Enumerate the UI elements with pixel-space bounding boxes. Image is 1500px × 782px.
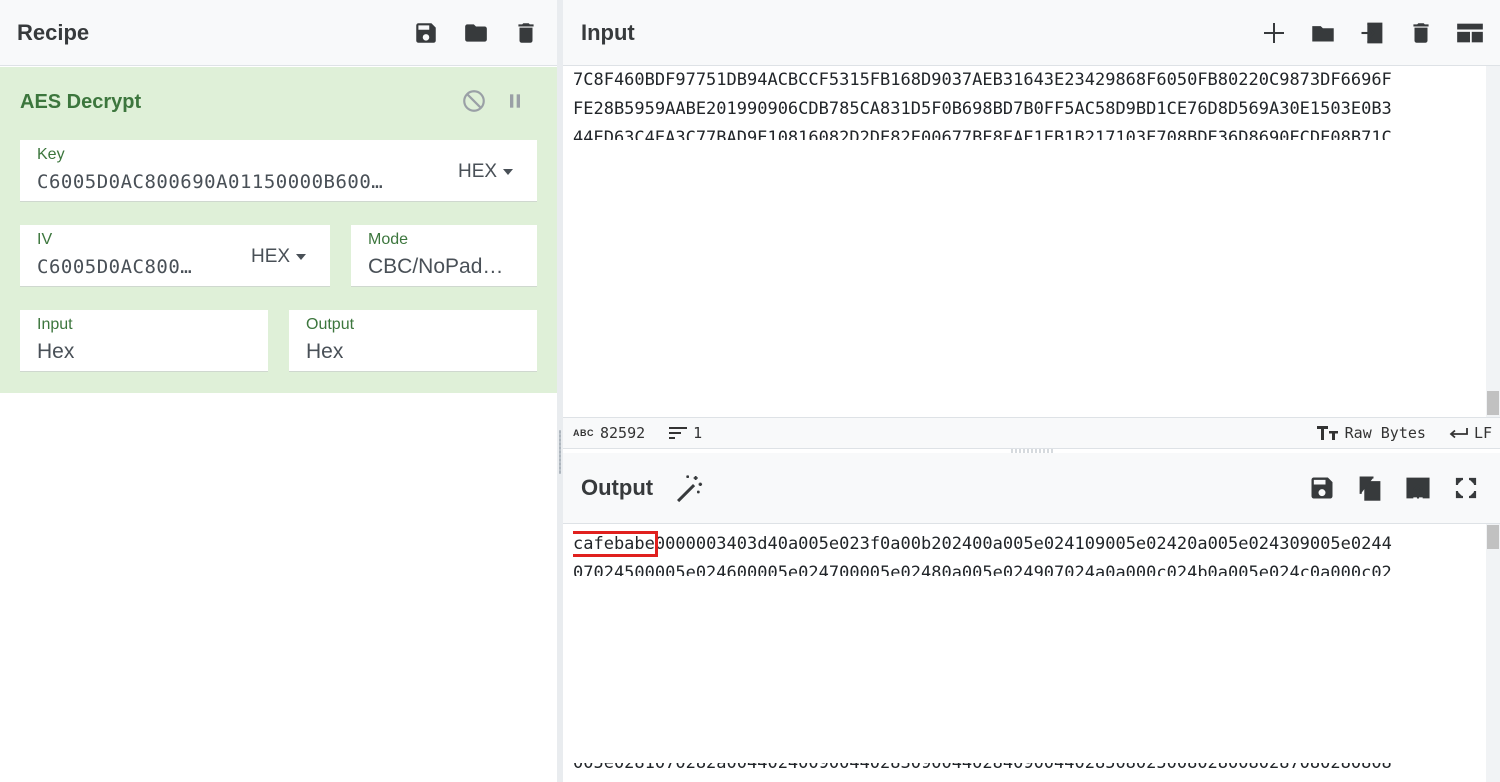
input-format-field[interactable]: Input Hex bbox=[20, 310, 268, 372]
recipe-panel: Recipe AES Decrypt Key C6005D0AC800690A0… bbox=[0, 0, 557, 782]
return-arrow-icon bbox=[1449, 428, 1468, 439]
maximize-icon[interactable] bbox=[1452, 474, 1480, 502]
input-scrollbar[interactable] bbox=[1486, 66, 1500, 417]
mode-field[interactable]: Mode CBC/NoPad… bbox=[351, 225, 537, 287]
magic-wand-icon[interactable] bbox=[673, 472, 705, 504]
input-format-value[interactable]: Hex bbox=[37, 340, 74, 364]
recipe-title: Recipe bbox=[17, 19, 90, 45]
output-format-field[interactable]: Output Hex bbox=[289, 310, 537, 372]
recipe-header: Recipe bbox=[0, 0, 557, 66]
lines-indicator: 1 bbox=[669, 424, 702, 442]
key-type-label: HEX bbox=[458, 161, 498, 182]
chevron-down-icon bbox=[296, 254, 307, 260]
input-header: Input bbox=[563, 0, 1500, 66]
output-line: 005e0281070282a0044024009004402830900440… bbox=[573, 763, 1392, 773]
output-textarea-bottom: 005e0281070282a0044024009004402830900440… bbox=[573, 763, 1476, 782]
lines-icon bbox=[669, 427, 688, 439]
abc-icon: ABC bbox=[573, 428, 594, 438]
key-field[interactable]: Key C6005D0AC800690A01150000B600… HEX bbox=[20, 140, 537, 202]
replace-input-icon[interactable] bbox=[1404, 474, 1432, 502]
key-value[interactable]: C6005D0AC800690A01150000B600… bbox=[37, 171, 422, 193]
lines-value: 1 bbox=[693, 424, 703, 442]
output-scrollbar-thumb[interactable] bbox=[1487, 525, 1499, 549]
iv-label: IV bbox=[37, 231, 53, 248]
pause-icon[interactable] bbox=[501, 87, 529, 115]
cyberchef-app: Recipe AES Decrypt Key C6005D0AC800690A0… bbox=[0, 0, 1500, 782]
input-scrollbar-thumb[interactable] bbox=[1487, 391, 1499, 415]
operation-title: AES Decrypt bbox=[20, 91, 142, 113]
iv-type-label: HEX bbox=[251, 246, 291, 267]
input-panel: Input 7C8F460BDF97751DB94ACBCCF5315FB168… bbox=[563, 0, 1500, 449]
trash-icon[interactable] bbox=[512, 19, 540, 47]
save-icon[interactable] bbox=[1308, 474, 1336, 502]
disable-icon[interactable] bbox=[460, 87, 488, 115]
encoding-value: Raw Bytes bbox=[1344, 424, 1426, 442]
save-icon[interactable] bbox=[412, 19, 440, 47]
output-header: Output bbox=[563, 453, 1500, 524]
text-size-icon bbox=[1316, 426, 1338, 440]
output-line: cafebabe0000003403d40a005e023f0a00b20240… bbox=[573, 530, 1476, 559]
folder-icon[interactable] bbox=[462, 19, 490, 47]
input-line: 44ED63C4EA3C77BAD9E10816082D2DE82E00677B… bbox=[573, 128, 1392, 140]
output-format-label: Output bbox=[306, 316, 355, 333]
length-indicator: ABC 82592 bbox=[573, 424, 645, 442]
encoding-selector[interactable]: Raw Bytes bbox=[1316, 424, 1426, 442]
input-toolbar bbox=[1260, 19, 1484, 47]
output-panel: Output cafebabe0000003403d40a005e023f0a0… bbox=[563, 453, 1500, 782]
output-format-value[interactable]: Hex bbox=[306, 340, 343, 364]
eol-value: LF bbox=[1473, 424, 1492, 442]
length-value: 82592 bbox=[600, 424, 646, 442]
iv-type-dropdown[interactable]: HEX bbox=[251, 246, 307, 268]
operation-aes-decrypt: AES Decrypt Key C6005D0AC800690A01150000… bbox=[0, 67, 557, 393]
output-toolbar bbox=[1308, 474, 1480, 502]
key-type-dropdown[interactable]: HEX bbox=[458, 161, 514, 183]
layout-icon[interactable] bbox=[1456, 19, 1484, 47]
mode-label: Mode bbox=[368, 231, 409, 248]
recipe-toolbar bbox=[412, 19, 540, 47]
trash-icon[interactable] bbox=[1407, 19, 1435, 47]
key-label: Key bbox=[37, 146, 65, 163]
resize-handle[interactable] bbox=[559, 430, 561, 474]
input-line: 7C8F460BDF97751DB94ACBCCF5315FB168D9037A… bbox=[573, 70, 1392, 90]
plus-icon[interactable] bbox=[1260, 19, 1288, 47]
input-textarea[interactable]: 7C8F460BDF97751DB94ACBCCF5315FB168D9037A… bbox=[573, 66, 1476, 140]
open-folder-icon[interactable] bbox=[1309, 19, 1337, 47]
import-file-icon[interactable] bbox=[1358, 19, 1386, 47]
output-line: 07024500005e024600005e024700005e02480a00… bbox=[573, 563, 1392, 576]
mode-value[interactable]: CBC/NoPad… bbox=[368, 255, 528, 279]
input-line: FE28B5959AABE201990906CDB785CA831D5F0B69… bbox=[573, 99, 1392, 119]
input-format-label: Input bbox=[37, 316, 73, 333]
input-title: Input bbox=[581, 19, 635, 45]
chevron-down-icon bbox=[503, 169, 514, 175]
output-title: Output bbox=[581, 475, 654, 500]
eol-selector[interactable]: LF bbox=[1448, 424, 1492, 442]
output-scrollbar[interactable] bbox=[1486, 524, 1500, 782]
iv-field[interactable]: IV C6005D0AC800… HEX bbox=[20, 225, 330, 287]
cafebabe-highlight: cafebabe bbox=[573, 531, 658, 557]
copy-icon[interactable] bbox=[1356, 474, 1384, 502]
input-status-bar: ABC 82592 1 Raw Bytes LF bbox=[563, 417, 1500, 449]
output-textarea[interactable]: cafebabe0000003403d40a005e023f0a00b20240… bbox=[573, 530, 1476, 576]
output-line-rest: 0000003403d40a005e023f0a00b202400a005e02… bbox=[654, 534, 1392, 554]
iv-value[interactable]: C6005D0AC800… bbox=[37, 256, 217, 278]
